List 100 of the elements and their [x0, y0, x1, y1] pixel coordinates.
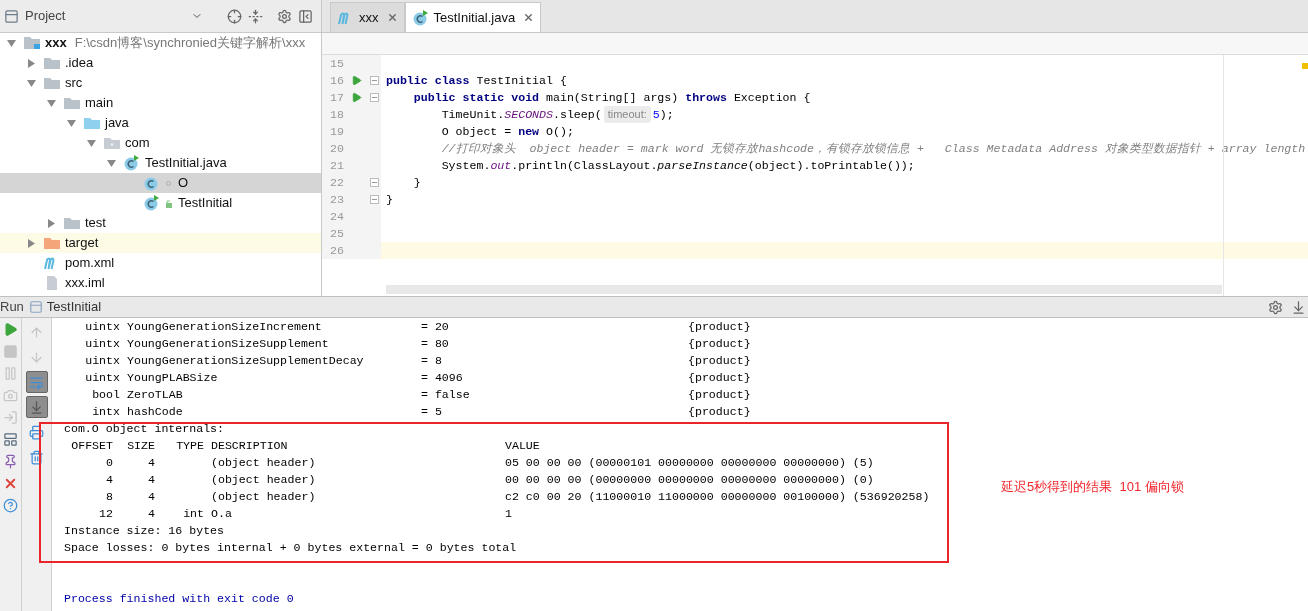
tree-item-label: pom.xml	[65, 254, 115, 273]
run-icon[interactable]	[3, 322, 18, 337]
fold-marker-icon[interactable]	[370, 178, 379, 187]
flag-name: hashCode	[127, 403, 184, 420]
line-number: 26	[329, 242, 344, 259]
tree-item[interactable]: src	[0, 73, 321, 93]
flag-name: YoungGenerationSizeIncrement	[127, 318, 323, 335]
file-icon	[45, 275, 59, 291]
flag-name: ZeroTLAB	[127, 386, 184, 403]
panel-title[interactable]: Project	[25, 6, 185, 26]
class-icon	[411, 9, 430, 26]
tree-item-label: src	[65, 74, 83, 93]
tree-item[interactable]: target	[0, 233, 321, 253]
class-icon	[123, 155, 141, 171]
error-stripe-marker[interactable]	[1302, 63, 1308, 69]
tree-item[interactable]: xxx.iml	[0, 273, 321, 293]
tree-item[interactable]: TestInitial.java	[0, 153, 321, 173]
fold-marker-icon[interactable]	[370, 195, 379, 204]
column-header: SIZE	[126, 437, 155, 454]
settings-icon[interactable]	[277, 8, 292, 24]
editor-tab[interactable]: TestInitial.java	[404, 2, 542, 32]
space-losses: Space losses: 0 bytes internal + 0 bytes external = 0 bytes total	[64, 540, 518, 556]
locate-icon[interactable]	[227, 8, 242, 24]
tree-item[interactable]: .idea	[0, 53, 321, 73]
collapsed-arrow-icon[interactable]	[26, 238, 36, 248]
tree-item[interactable]: xxx F:\csdn博客\synchronied关键字解析\xxx	[0, 33, 321, 53]
column-header: TYPE	[175, 437, 204, 454]
horizontal-scrollbar[interactable]	[386, 285, 1222, 294]
folder-icon	[43, 76, 61, 90]
tree-item[interactable]: TestInitial	[0, 193, 321, 213]
flag-origin: {product}	[688, 369, 751, 386]
flag-type: uintx	[84, 352, 121, 369]
flag-type: uintx	[84, 369, 121, 386]
code-line: TimeUnit.SECONDS.sleep( timeout: 5);	[440, 106, 675, 123]
run-gutter-icon[interactable]	[350, 92, 362, 103]
flag-origin: {product}	[688, 335, 751, 352]
collapsed-arrow-icon[interactable]	[26, 58, 36, 68]
line-number: 21	[329, 157, 344, 174]
line-number: 25	[329, 225, 344, 242]
tree-item[interactable]: main	[0, 93, 321, 113]
folder-icon	[43, 56, 61, 70]
size-cell-text: 4	[147, 454, 155, 471]
project-path: F:\csdn博客\synchronied关键字解析\xxx	[74, 34, 306, 53]
annotation-note: 延迟5秒得到的结果 101 偏向锁	[1001, 478, 1184, 496]
type-cell-text: int	[182, 505, 204, 522]
line-number: 15	[329, 55, 344, 72]
offset-cell-text: 8	[105, 488, 113, 505]
code-line: System.out.println(ClassLayout.parseInstance(object).toPrintable());	[440, 157, 916, 174]
flag-origin: {product}	[688, 403, 751, 420]
code-line: O object = new O();	[440, 123, 575, 140]
expanded-arrow-icon[interactable]	[106, 158, 116, 168]
expanded-arrow-icon[interactable]	[46, 98, 56, 108]
instance-size: Instance size: 16 bytes	[64, 523, 226, 539]
expanded-arrow-icon[interactable]	[6, 38, 16, 48]
settings-icon[interactable]	[1268, 299, 1283, 315]
tree-item[interactable]: test	[0, 213, 321, 233]
run-tab[interactable]: TestInitial	[28, 297, 102, 317]
expanded-arrow-icon[interactable]	[26, 78, 36, 88]
tree-item[interactable]: O	[0, 173, 321, 193]
tree-item-label: xxx	[45, 34, 67, 53]
collapse-icon[interactable]	[248, 8, 263, 24]
close-tab-icon[interactable]	[386, 12, 398, 23]
column-header: OFFSET	[70, 437, 113, 454]
project-view-icon	[4, 8, 19, 24]
tree-item-label: java	[105, 114, 129, 133]
hide-panel-icon[interactable]	[1291, 299, 1306, 315]
collapsed-arrow-icon[interactable]	[46, 218, 56, 228]
parameter-hint: timeout:	[603, 106, 651, 123]
hide-panel-icon[interactable]	[298, 8, 313, 24]
run-gutter-icon[interactable]	[350, 75, 362, 86]
line-number: 22	[329, 174, 344, 191]
size-cell-text: 4	[147, 488, 155, 505]
tree-item[interactable]: java	[0, 113, 321, 133]
tree-item[interactable]: pom.xml	[0, 253, 321, 273]
tree-item[interactable]: com	[0, 133, 321, 153]
line-number: 19	[329, 123, 344, 140]
close-tab-icon[interactable]	[523, 12, 535, 23]
value-cell-text: 00 00 00 00 (00000000 00000000 00000000 00000000) (0)	[505, 471, 874, 488]
folder-icon	[63, 216, 81, 230]
tree-item-label: .idea	[65, 54, 94, 73]
flag-type: intx	[91, 403, 121, 420]
close-icon[interactable]	[3, 476, 18, 491]
internals-title: com.O object internals:	[64, 421, 226, 437]
flag-name: YoungGenerationSizeSupplement	[127, 335, 330, 352]
fold-marker-icon[interactable]	[370, 93, 379, 102]
tree-item-label: test	[85, 214, 106, 233]
help-icon[interactable]	[3, 498, 18, 513]
folder-icon	[43, 236, 61, 250]
line-number: 20	[329, 140, 344, 157]
editor-tab[interactable]: xxx	[330, 2, 405, 32]
flag-value: = 80	[421, 335, 450, 352]
line-number: 17	[329, 89, 344, 106]
expanded-arrow-icon[interactable]	[66, 118, 76, 128]
fold-marker-icon[interactable]	[370, 76, 379, 85]
pin-icon[interactable]	[3, 454, 18, 469]
line-number: 24	[329, 208, 344, 225]
layout-icon[interactable]	[3, 432, 18, 447]
tree-item-label: xxx.iml	[65, 274, 105, 293]
line-number: 18	[329, 106, 344, 123]
expanded-arrow-icon[interactable]	[86, 138, 96, 148]
